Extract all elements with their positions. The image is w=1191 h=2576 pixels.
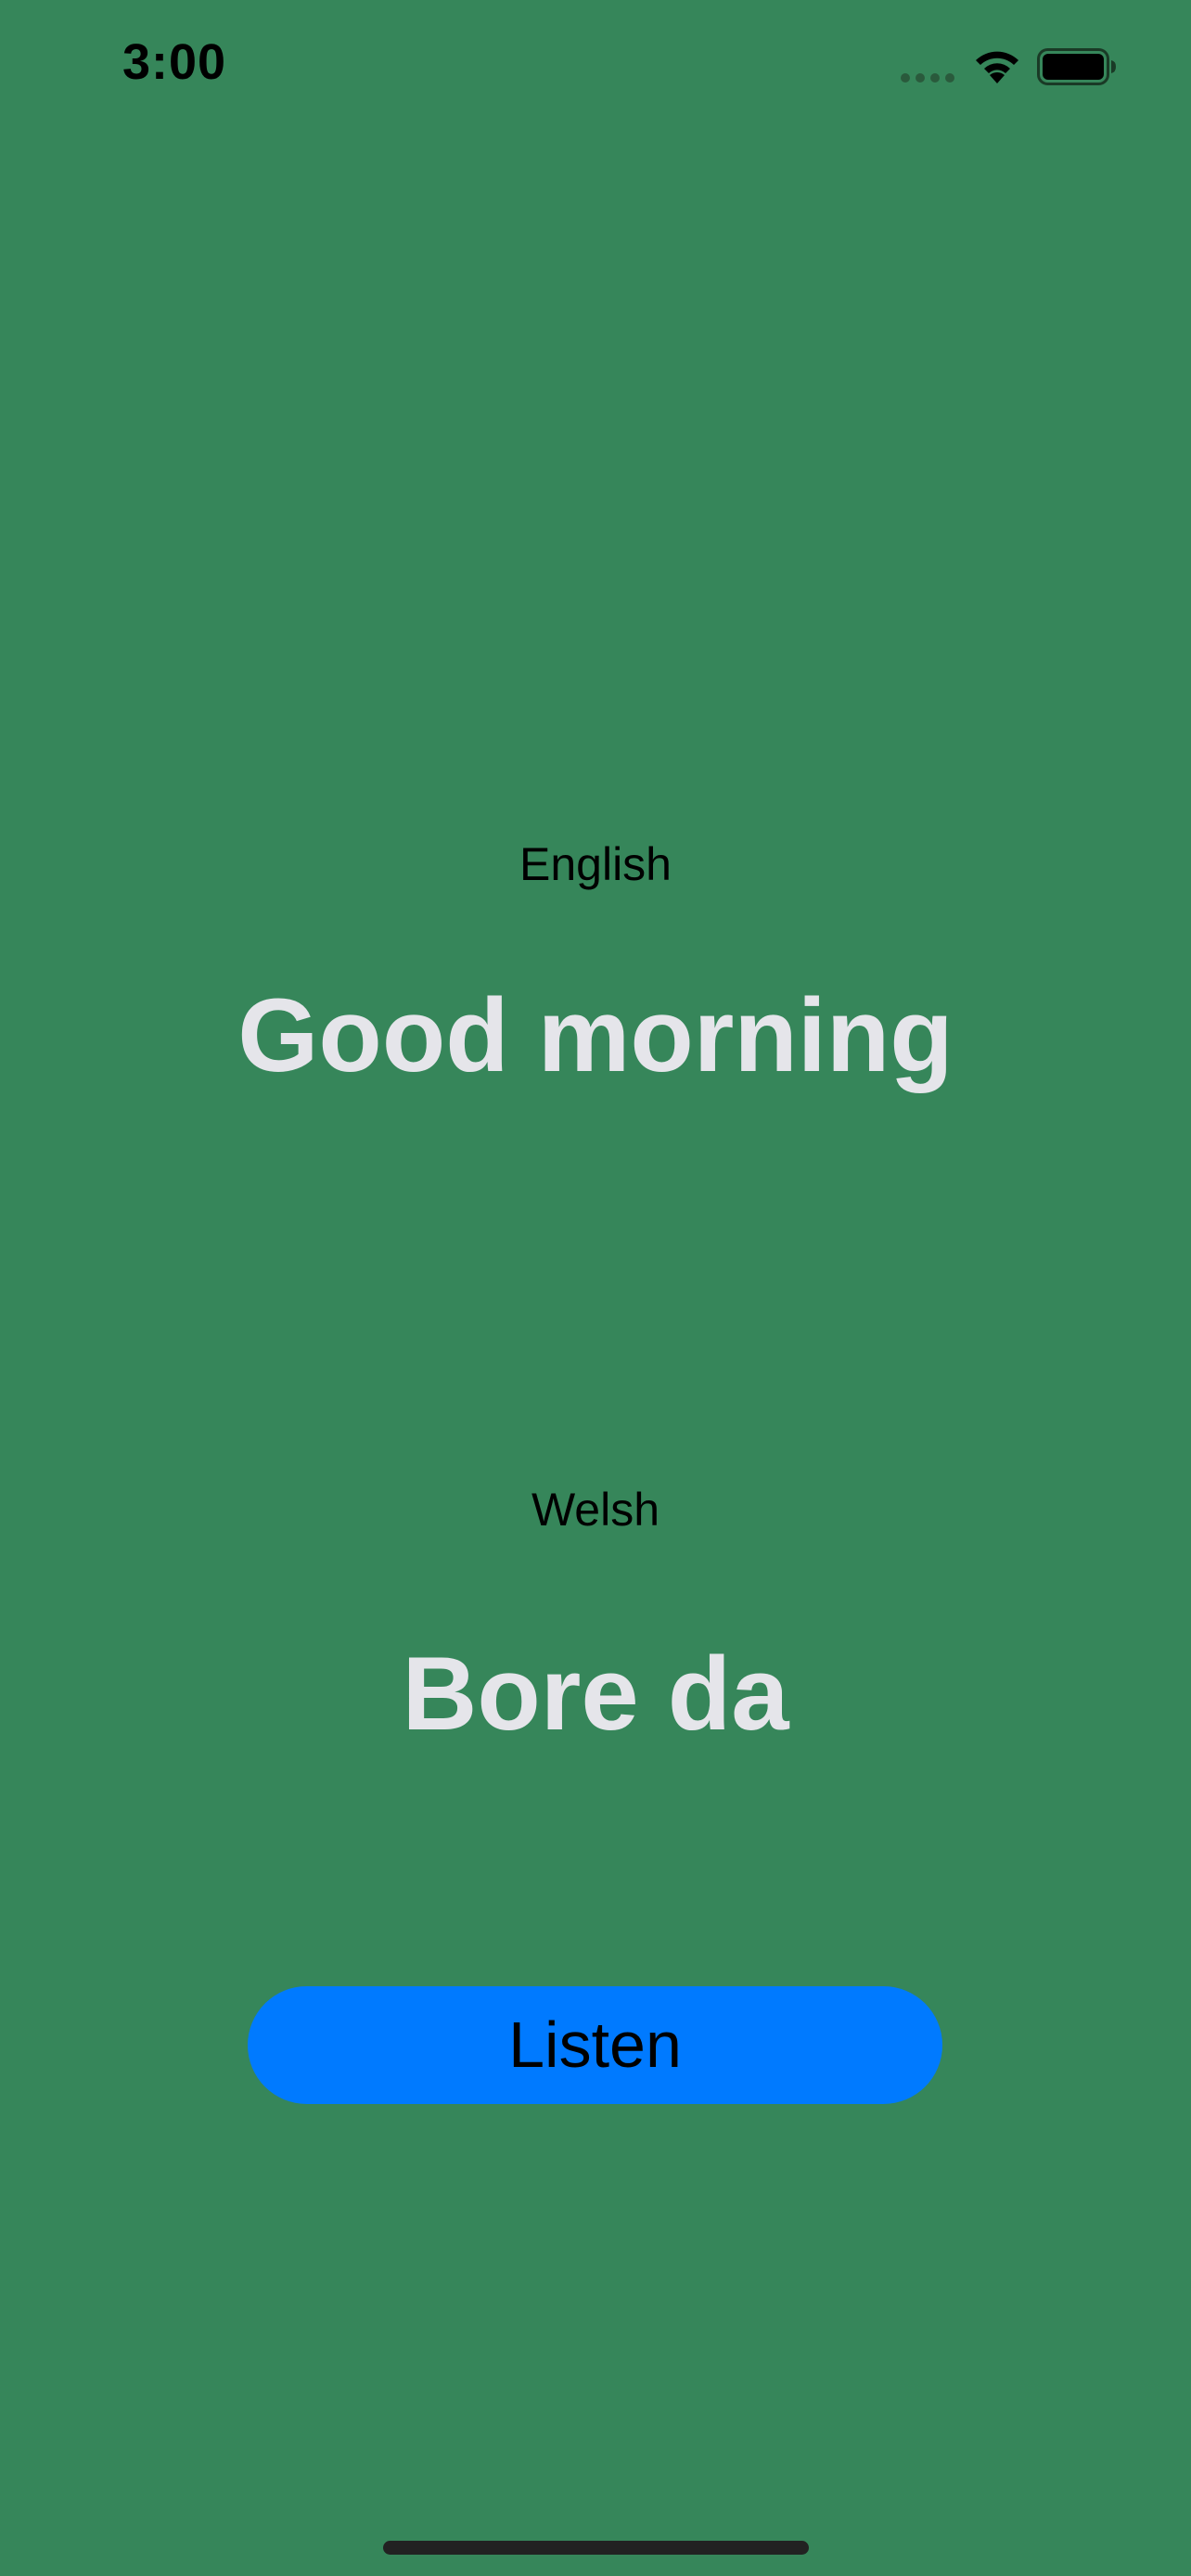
target-language-label: Welsh bbox=[531, 1484, 660, 1536]
target-phrase: Bore da bbox=[402, 1636, 789, 1752]
source-phrase: Good morning bbox=[237, 977, 954, 1093]
source-language-label: English bbox=[519, 838, 672, 890]
wifi-icon bbox=[976, 51, 1018, 83]
battery-icon bbox=[1037, 48, 1116, 85]
listen-button[interactable]: Listen bbox=[248, 1986, 942, 2104]
signal-dots-icon bbox=[901, 73, 954, 83]
home-indicator[interactable] bbox=[383, 2541, 809, 2555]
status-time: 3:00 bbox=[122, 34, 227, 90]
